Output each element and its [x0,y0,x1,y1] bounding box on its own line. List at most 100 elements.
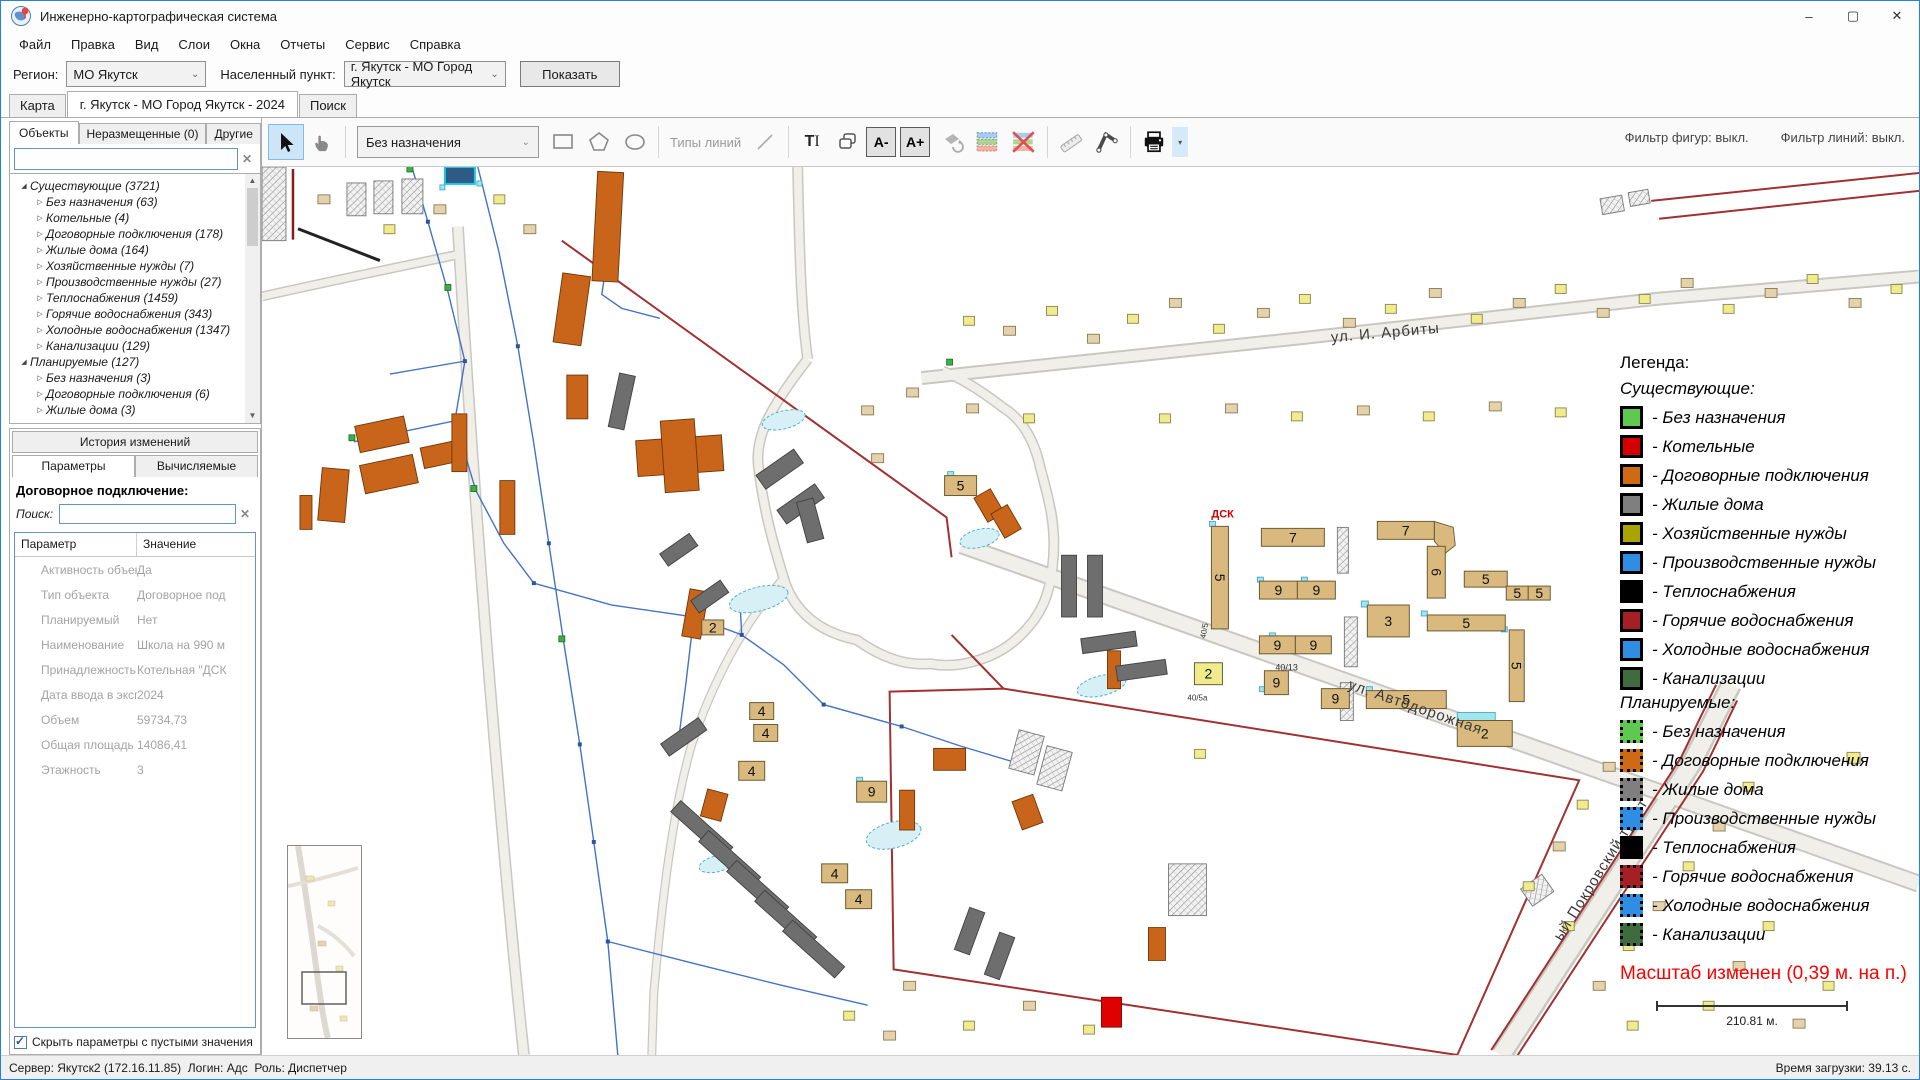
map-building[interactable]: 5 [1528,585,1550,601]
objects-tab[interactable]: Неразмещенные (0) [79,123,207,144]
tree-item[interactable]: ▷Канализации (129) [10,338,245,354]
map-building[interactable]: 5 [945,476,977,496]
tree-item[interactable]: ▷Договорные подключения (178) [10,226,245,242]
tree-item[interactable]: ▷Без назначения (3) [10,370,245,386]
parameters-tab[interactable]: Вычисляемые [135,455,258,477]
parameter-row[interactable]: Принадлежность к коКотельная "ДСК [15,657,255,682]
tree-collapsed-icon[interactable]: ▷ [34,198,46,206]
minimap-viewport[interactable] [302,972,346,1004]
tree-collapsed-icon[interactable]: ▷ [34,278,46,286]
maximize-button[interactable]: ▢ [1831,1,1875,31]
menu-item[interactable]: Слои [168,33,220,56]
map-building[interactable]: 5 [1509,630,1525,702]
select-tool-button[interactable] [268,124,304,160]
menu-item[interactable]: Окна [220,33,270,56]
map-building[interactable]: 4 [754,724,778,741]
folding-ruler-button[interactable] [1089,124,1125,160]
parameter-row[interactable]: Объем59734,73 [15,707,255,732]
tree-collapsed-icon[interactable]: ▷ [34,262,46,270]
text-tool-button[interactable]: TI [794,124,830,160]
tree-collapsed-icon[interactable]: ▷ [34,214,46,222]
tree-expanded-icon[interactable]: ◢ [18,358,30,366]
show-button[interactable]: Показать [520,61,620,87]
tree-collapsed-icon[interactable]: ▷ [34,390,46,398]
map-building[interactable]: 5 [1211,526,1228,629]
print-button[interactable] [1136,124,1172,160]
map-building[interactable]: 9 [1259,636,1295,654]
menu-item[interactable]: Отчеты [270,33,335,56]
map-building[interactable]: 5 [1506,585,1528,601]
main-tab[interactable]: Карта [9,94,66,117]
map-building[interactable]: 9 [1259,581,1297,599]
map-building[interactable]: 9 [1321,689,1349,709]
column-header-parameter[interactable]: Параметр [15,533,137,556]
hide-empty-checkbox-row[interactable]: Скрыть параметры с пустыми значения [10,1030,260,1054]
parameter-row[interactable]: Тип объектаДоговорное под [15,582,255,607]
tree-collapsed-icon[interactable]: ▷ [34,294,46,302]
map-building[interactable]: 4 [750,703,774,720]
params-search-input[interactable] [59,504,236,524]
objects-tab[interactable]: Другие [206,123,260,144]
group-objects-button[interactable] [830,124,866,160]
tree-collapsed-icon[interactable]: ▷ [34,310,46,318]
map-building[interactable]: 4 [822,864,848,883]
tree-item[interactable]: ▷Без назначения (63) [10,194,245,210]
parameters-tab[interactable]: Параметры [12,455,135,477]
assignment-type-select[interactable]: Без назначения ⌄ [357,126,539,158]
pan-tool-button[interactable] [304,124,340,160]
map-building[interactable]: 2 [1194,663,1222,685]
map-building[interactable]: 5 [1464,571,1507,587]
minimap[interactable] [287,845,362,1039]
measure-tool-button[interactable] [1053,124,1089,160]
tree-item[interactable]: ▷Договорные подключения (6) [10,386,245,402]
selected-object[interactable] [445,167,475,184]
map-building[interactable]: 2 [702,619,724,635]
region-select[interactable]: МО Якутск ⌄ [66,61,206,87]
settlement-select[interactable]: г. Якутск - МО Город Якутск ⌄ [344,61,506,87]
tab-history[interactable]: История изменений [12,431,258,453]
map-canvas[interactable]: 579999993765555552544494422 ул. И. Арбит… [262,166,1919,1055]
menu-item[interactable]: Правка [61,33,125,56]
column-header-value[interactable]: Значение [137,533,202,556]
draw-rectangle-button[interactable] [545,124,581,160]
hide-empty-checkbox[interactable] [14,1036,27,1049]
draw-line-button[interactable] [747,124,783,160]
tree-item[interactable]: ▷Жилые дома (3) [10,402,245,418]
clear-search-icon[interactable]: ✕ [236,507,254,521]
menu-item[interactable]: Файл [9,33,61,56]
reset-style-button[interactable] [934,124,970,160]
scroll-thumb[interactable] [247,188,258,246]
menu-item[interactable]: Справка [400,33,471,56]
map-building[interactable]: 9 [1295,636,1331,654]
clear-search-icon[interactable]: ✕ [238,152,256,166]
parameter-row[interactable]: Дата ввода в эксплуат2024 [15,682,255,707]
tree-collapsed-icon[interactable]: ▷ [34,342,46,350]
map-building[interactable]: 4 [739,761,765,780]
tree-scrollbar[interactable]: ▲ ▼ [245,174,260,423]
objects-search-input[interactable] [14,148,238,170]
minimize-button[interactable]: – [1787,1,1831,31]
draw-polygon-button[interactable] [581,124,617,160]
map-building[interactable]: 9 [1297,581,1335,599]
menu-item[interactable]: Вид [125,33,169,56]
map-building[interactable]: 6 [1427,546,1445,598]
parameter-row[interactable]: Активность объектаДа [15,557,255,582]
map-building[interactable]: 7 [1377,521,1434,539]
tree-item[interactable]: ▷Теплоснабжения (1459) [10,290,245,306]
font-increase-button[interactable]: A+ [900,127,930,157]
tree-item[interactable]: ▷Жилые дома (164) [10,242,245,258]
menu-item[interactable]: Сервис [335,33,400,56]
map-building[interactable]: 5 [1427,615,1505,631]
draw-ellipse-button[interactable] [617,124,653,160]
font-decrease-button[interactable]: A- [866,127,896,157]
tree-collapsed-icon[interactable]: ▷ [34,374,46,382]
main-tab[interactable]: г. Якутск - МО Город Якутск - 2024 [67,91,298,117]
map-building[interactable]: 7 [1261,528,1324,546]
scroll-down-icon[interactable]: ▼ [249,409,257,423]
map-building[interactable]: 9 [857,781,887,802]
tree-item[interactable]: ▷Горячие водоснабжения (343) [10,306,245,322]
tree-item[interactable]: ◢Планируемые (127) [10,354,245,370]
tree-item[interactable]: ▷Хозяйственные нужды (7) [10,258,245,274]
layers-visibility-button[interactable] [970,124,1006,160]
objects-tab[interactable]: Объекты [9,121,79,144]
